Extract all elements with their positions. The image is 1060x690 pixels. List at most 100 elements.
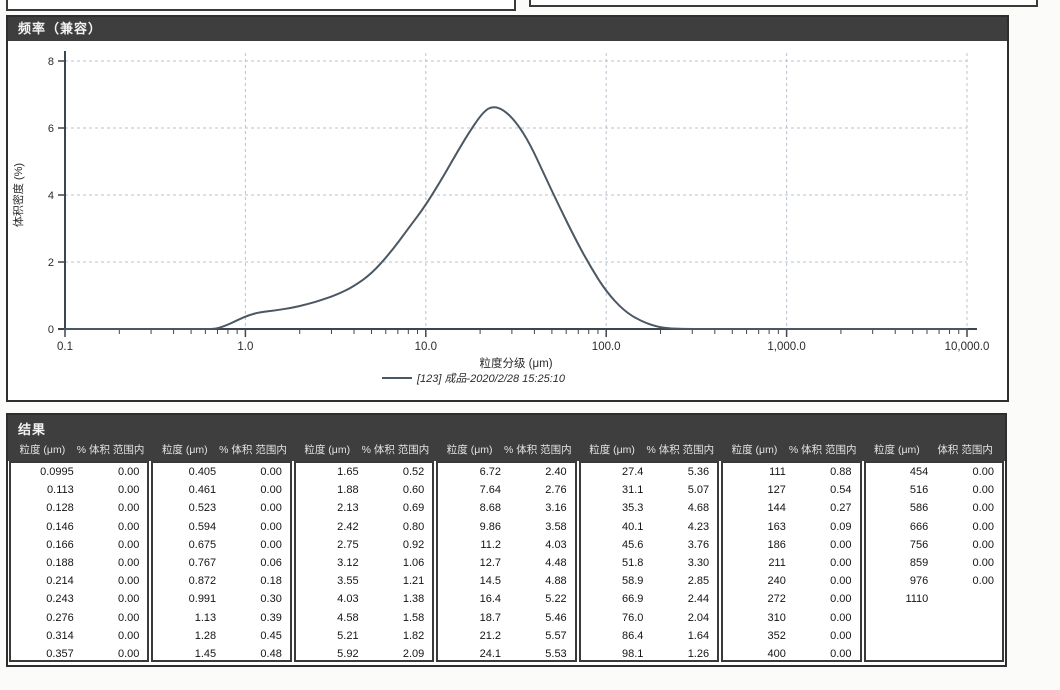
pct-volume-value: 0.52 (359, 466, 433, 478)
table-row: 1.650.52 (296, 463, 432, 481)
pct-volume-value: 3.30 (643, 557, 717, 569)
table-row: 3.121.06 (296, 554, 432, 572)
results-group-box: 0.4050.000.4610.000.5230.000.5940.000.67… (151, 461, 291, 662)
size-value: 35.3 (581, 502, 644, 514)
pct-volume-value: 0.92 (359, 539, 433, 551)
size-value: 24.1 (438, 648, 501, 660)
pct-volume-value: 5.22 (501, 593, 575, 605)
results-group-box: 27.45.3631.15.0735.34.6840.14.2345.63.76… (579, 461, 719, 662)
x-tick-label: 0.1 (57, 341, 73, 353)
pct-volume-value: 3.76 (643, 539, 717, 551)
table-row: 0.8720.18 (153, 572, 289, 590)
pct-volume-value: 0.00 (928, 466, 1002, 478)
top-panel-left-edge (6, 0, 516, 11)
size-value: 0.276 (11, 612, 74, 624)
table-row: 0.09950.00 (11, 463, 147, 481)
table-row: 0.1280.00 (11, 499, 147, 517)
table-row: 0.6750.00 (153, 536, 289, 554)
pct-volume-value: 0.00 (928, 502, 1002, 514)
table-row: 1860.00 (723, 536, 859, 554)
chart-panel-title: 频率（兼容） (8, 17, 1007, 41)
table-row: 8590.00 (866, 554, 1002, 572)
pct-volume-value: 0.00 (74, 466, 148, 478)
size-value: 2.13 (296, 502, 359, 514)
table-row: 0.2760.00 (11, 609, 147, 627)
size-value: 756 (866, 539, 929, 551)
pct-volume-value: 1.06 (359, 557, 433, 569)
table-row: 24.15.53 (438, 645, 574, 663)
y-tick-label: 4 (48, 190, 54, 202)
table-row: 51.83.30 (581, 554, 717, 572)
pct-volume-value: 0.69 (359, 502, 433, 514)
pct-volume-value: 3.16 (501, 502, 575, 514)
table-row: 2.130.69 (296, 499, 432, 517)
size-value: 400 (723, 648, 786, 660)
pct-volume-value: 0.00 (216, 539, 290, 551)
size-value: 454 (866, 466, 929, 478)
size-value: 310 (723, 612, 786, 624)
table-row: 0.4050.00 (153, 463, 289, 481)
size-value: 163 (723, 521, 786, 533)
size-value: 666 (866, 521, 929, 533)
table-row: 0.5230.00 (153, 499, 289, 517)
pct-volume-value: 1.21 (359, 575, 433, 587)
table-row: 3520.00 (723, 627, 859, 645)
pct-volume-value: 0.45 (216, 630, 290, 642)
size-value: 16.4 (438, 593, 501, 605)
table-row: 45.63.76 (581, 536, 717, 554)
table-row: 0.1880.00 (11, 554, 147, 572)
size-value: 127 (723, 484, 786, 496)
size-value: 859 (866, 557, 929, 569)
pct-volume-value: 0.00 (928, 521, 1002, 533)
pct-volume-value: 4.88 (501, 575, 575, 587)
table-row: 7.642.76 (438, 481, 574, 499)
table-row: 4540.00 (866, 463, 1002, 481)
pct-volume-value: 0.00 (786, 539, 860, 551)
size-value: 40.1 (581, 521, 644, 533)
size-value: 51.8 (581, 557, 644, 569)
results-table-body: 0.09950.000.1130.000.1280.000.1460.000.1… (8, 461, 1005, 662)
table-row: 14.54.88 (438, 572, 574, 590)
pct-volume-value: 0.88 (786, 466, 860, 478)
size-value: 976 (866, 575, 929, 587)
x-tick-label: 1.0 (237, 341, 253, 353)
column-header-group: 粒度 (μm)% 体积 范围内 (151, 440, 291, 460)
pct-volume-value: 0.00 (786, 593, 860, 605)
pct-volume-value: 0.00 (216, 484, 290, 496)
size-value: 11.2 (438, 539, 501, 551)
y-axis-label: 体积密度 (%) (11, 163, 25, 227)
table-row: 1110.88 (723, 463, 859, 481)
results-group-box: 1.650.521.880.602.130.692.420.802.750.92… (294, 461, 434, 662)
size-value: 4.58 (296, 612, 359, 624)
size-value: 4.03 (296, 593, 359, 605)
volume-in-range-column-header: % 体积 范围内 (501, 442, 575, 458)
table-row: 18.75.46 (438, 609, 574, 627)
table-row: 76.02.04 (581, 609, 717, 627)
table-row: 0.1460.00 (11, 518, 147, 536)
table-row: 1110 (866, 590, 1002, 608)
results-group-box: 6.722.407.642.768.683.169.863.5811.24.03… (436, 461, 576, 662)
table-row: 0.3570.00 (11, 645, 147, 663)
size-value: 27.4 (581, 466, 644, 478)
table-row: 27.45.36 (581, 463, 717, 481)
table-row: 7560.00 (866, 536, 1002, 554)
size-value: 76.0 (581, 612, 644, 624)
pct-volume-value: 5.07 (643, 484, 717, 496)
table-row: 2.420.80 (296, 518, 432, 536)
table-row: 31.15.07 (581, 481, 717, 499)
x-tick-label: 1,000.0 (767, 341, 805, 353)
size-value: 0.594 (153, 521, 216, 533)
size-value: 5.92 (296, 648, 359, 660)
pct-volume-value: 5.46 (501, 612, 575, 624)
y-tick-label: 0 (48, 324, 54, 336)
size-column-header: 粒度 (μm) (11, 442, 74, 458)
table-row: 21.25.57 (438, 627, 574, 645)
pct-volume-value: 0.60 (359, 484, 433, 496)
results-group-box: 4540.005160.005860.006660.007560.008590.… (864, 461, 1004, 662)
column-header-group: 粒度 (μm)体积 范围内 (864, 440, 1004, 460)
column-header-group: 粒度 (μm)% 体积 范围内 (436, 440, 576, 460)
pct-volume-value: 0.48 (216, 648, 290, 660)
size-value: 1110 (866, 593, 929, 605)
pct-volume-value: 0.54 (786, 484, 860, 496)
results-column-headers: 粒度 (μm)% 体积 范围内粒度 (μm)% 体积 范围内粒度 (μm)% 体… (8, 440, 1005, 460)
